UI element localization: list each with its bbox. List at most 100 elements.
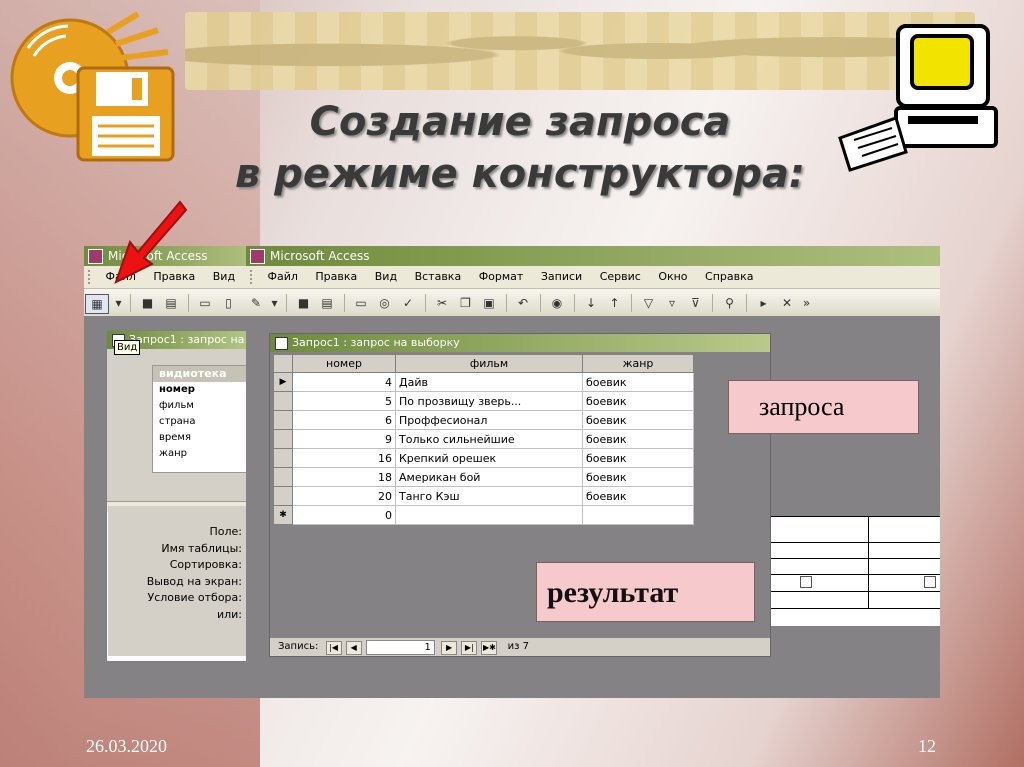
- row-selector[interactable]: [273, 486, 293, 506]
- table-row[interactable]: 16 Крепкий орешек боевик: [273, 448, 694, 468]
- next-record-button[interactable]: ▶: [441, 641, 458, 655]
- cell-nomer[interactable]: 20: [292, 486, 396, 506]
- menu-bar: Файл Правка Вид Вставка Формат Записи Се…: [246, 266, 940, 289]
- search-file-icon[interactable]: ▤: [318, 294, 336, 312]
- cell-nomer[interactable]: 0: [292, 505, 396, 525]
- save-icon[interactable]: ■: [295, 294, 313, 312]
- menu-help[interactable]: Справка: [698, 266, 760, 288]
- cell-film[interactable]: По прозвищу зверь...: [395, 391, 583, 411]
- menu-window[interactable]: Окно: [651, 266, 694, 288]
- cell-film[interactable]: Американ бой: [395, 467, 583, 487]
- record-number-input[interactable]: 1: [365, 640, 435, 655]
- preview-icon[interactable]: ▯: [220, 294, 238, 312]
- filter-by-form-icon[interactable]: ▿: [663, 294, 681, 312]
- cell-zhanr[interactable]: боевик: [582, 391, 694, 411]
- column-header[interactable]: номер: [292, 354, 396, 373]
- cell-film[interactable]: Проффесионал: [395, 410, 583, 430]
- field-item[interactable]: фильм: [153, 398, 246, 414]
- cell-nomer[interactable]: 4: [292, 372, 396, 392]
- row-selector[interactable]: [273, 429, 293, 449]
- view-dropdown-icon[interactable]: ▾: [115, 294, 123, 312]
- cell-zhanr[interactable]: боевик: [582, 372, 694, 392]
- cell-zhanr[interactable]: боевик: [582, 467, 694, 487]
- copy-icon[interactable]: ❐: [457, 294, 475, 312]
- cell-zhanr[interactable]: боевик: [582, 429, 694, 449]
- cell-zhanr[interactable]: боевик: [582, 410, 694, 430]
- row-selector[interactable]: [273, 448, 293, 468]
- menu-edit[interactable]: Правка: [308, 266, 364, 288]
- save-icon[interactable]: ■: [139, 294, 157, 312]
- field-item[interactable]: время: [153, 430, 246, 446]
- cut-icon[interactable]: ✂: [433, 294, 451, 312]
- prev-record-button[interactable]: ◀: [345, 641, 362, 655]
- cell-zhanr[interactable]: [582, 505, 694, 525]
- menu-view[interactable]: Вид: [206, 266, 242, 288]
- design-view-icon[interactable]: ✎: [247, 294, 265, 312]
- new-record-button[interactable]: ▶✱: [481, 641, 498, 655]
- sort-descending-icon[interactable]: ↑: [606, 294, 624, 312]
- new-record-row[interactable]: ✱ 0: [273, 505, 694, 525]
- toolbar-options-icon[interactable]: »: [802, 294, 812, 312]
- toolbar-separator: [187, 294, 189, 312]
- new-record-icon[interactable]: ▸: [755, 294, 773, 312]
- hyperlink-icon[interactable]: ◉: [548, 294, 566, 312]
- paste-icon[interactable]: ▣: [480, 294, 498, 312]
- column-header[interactable]: фильм: [395, 354, 583, 373]
- cell-nomer[interactable]: 6: [292, 410, 396, 430]
- filter-by-selection-icon[interactable]: ▽: [640, 294, 658, 312]
- sort-ascending-icon[interactable]: ↓: [582, 294, 600, 312]
- row-selector-header[interactable]: [273, 354, 293, 373]
- print-icon[interactable]: ▭: [352, 294, 370, 312]
- cell-nomer[interactable]: 18: [292, 467, 396, 487]
- cell-film[interactable]: Танго Кэш: [395, 486, 583, 506]
- cell-film[interactable]: Крепкий орешек: [395, 448, 583, 468]
- field-item[interactable]: номер: [153, 382, 246, 398]
- menu-records[interactable]: Записи: [534, 266, 589, 288]
- toolbar: ▦ ▾ ■ ▤ ▭ ▯: [84, 289, 247, 318]
- table-row[interactable]: 5 По прозвищу зверь... боевик: [273, 391, 694, 411]
- table-row[interactable]: 20 Танго Кэш боевик: [273, 486, 694, 506]
- show-checkbox[interactable]: [800, 576, 812, 588]
- toolbar-separator: [505, 294, 507, 312]
- menu-tools[interactable]: Сервис: [593, 266, 648, 288]
- menu-format[interactable]: Формат: [472, 266, 531, 288]
- find-icon[interactable]: ⚲: [721, 294, 739, 312]
- print-icon[interactable]: ▭: [196, 294, 214, 312]
- undo-icon[interactable]: ↶: [514, 294, 532, 312]
- view-dropdown-icon[interactable]: ▾: [271, 294, 279, 312]
- cell-film[interactable]: Только сильнейшие: [395, 429, 583, 449]
- table-row[interactable]: 6 Проффесионал боевик: [273, 410, 694, 430]
- view-button[interactable]: ▦: [85, 294, 109, 314]
- table-row[interactable]: ▶ 4 Дайв боевик: [273, 372, 694, 392]
- menu-view[interactable]: Вид: [368, 266, 404, 288]
- datasheet-titlebar: Запрос1 : запрос на выборку: [270, 334, 770, 352]
- menu-insert[interactable]: Вставка: [408, 266, 469, 288]
- cell-nomer[interactable]: 9: [292, 429, 396, 449]
- table-row[interactable]: 9 Только сильнейшие боевик: [273, 429, 694, 449]
- cell-zhanr[interactable]: боевик: [582, 486, 694, 506]
- cell-film[interactable]: Дайв: [395, 372, 583, 392]
- cell-nomer[interactable]: 5: [292, 391, 396, 411]
- table-row[interactable]: 18 Американ бой боевик: [273, 467, 694, 487]
- cell-zhanr[interactable]: боевик: [582, 448, 694, 468]
- field-item[interactable]: жанр: [153, 446, 246, 462]
- delete-record-icon[interactable]: ✕: [778, 294, 796, 312]
- new-record-icon[interactable]: ✱: [273, 505, 293, 525]
- show-checkbox[interactable]: [924, 576, 936, 588]
- menu-file[interactable]: Файл: [261, 266, 305, 288]
- row-selector[interactable]: [273, 410, 293, 430]
- window-titlebar: Microsoft Access: [246, 246, 940, 266]
- field-item[interactable]: страна: [153, 414, 246, 430]
- row-selector[interactable]: [273, 467, 293, 487]
- cell-nomer[interactable]: 16: [292, 448, 396, 468]
- print-preview-icon[interactable]: ◎: [376, 294, 394, 312]
- first-record-button[interactable]: |◀: [325, 641, 342, 655]
- row-selector[interactable]: [273, 391, 293, 411]
- column-header[interactable]: жанр: [582, 354, 694, 373]
- search-file-icon[interactable]: ▤: [162, 294, 180, 312]
- spelling-icon[interactable]: ✓: [399, 294, 417, 312]
- last-record-button[interactable]: ▶|: [461, 641, 478, 655]
- cell-film[interactable]: [395, 505, 583, 525]
- apply-filter-icon[interactable]: ⊽: [687, 294, 705, 312]
- current-record-icon[interactable]: ▶: [273, 372, 293, 392]
